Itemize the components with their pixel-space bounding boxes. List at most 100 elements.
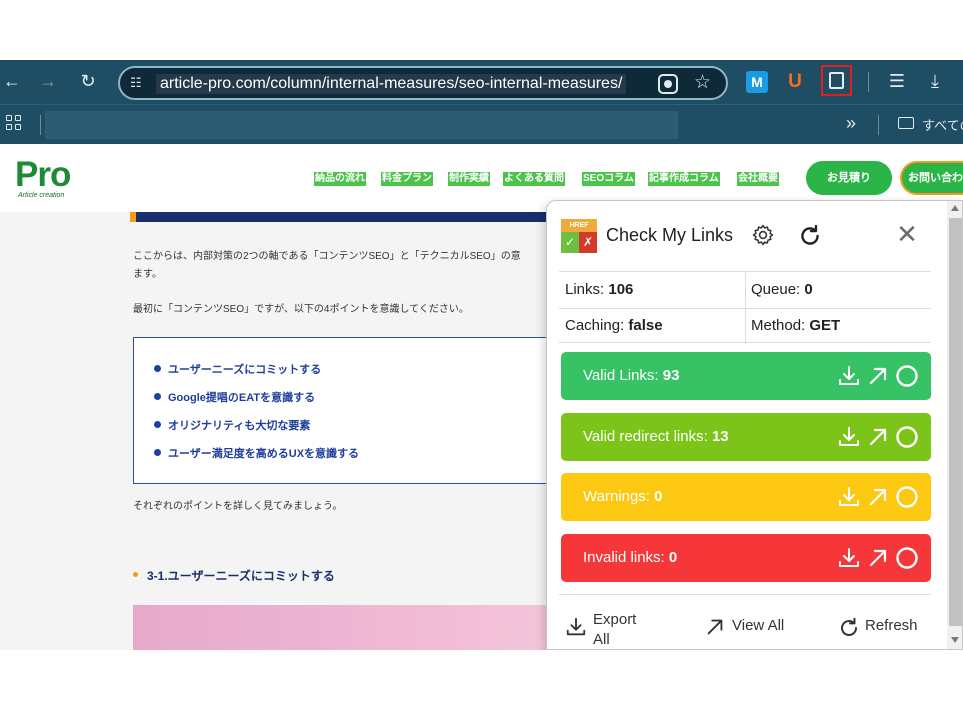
valid-redirect-links-bar[interactable]: Valid redirect links: 13	[561, 413, 931, 461]
screenshot: ← → ↻ ☷ article-pro.com/column/internal-…	[0, 60, 963, 650]
download-icon[interactable]	[837, 364, 861, 388]
open-external-arrow-icon[interactable]	[866, 425, 890, 449]
open-external-arrow-icon[interactable]	[866, 364, 890, 388]
stat-links: Links: 106	[565, 281, 633, 298]
open-external-arrow-icon[interactable]	[866, 546, 890, 570]
nav-link-faq[interactable]: よくある質問	[503, 172, 565, 186]
points-box: ユーザーニーズにコミットする Google提唱のEATを意識する オリジナリティ…	[133, 337, 553, 484]
intro-paragraph-line: ます。	[133, 269, 162, 280]
point-item: Google提唱のEATを意識する	[153, 389, 315, 405]
stat-queue-value: 0	[804, 281, 813, 298]
stats-divider	[559, 308, 931, 309]
invalid-links-bar[interactable]: Invalid links: 0	[561, 534, 931, 582]
valid-redirect-links-text: Valid redirect links: 13	[583, 428, 729, 445]
nav-link-works[interactable]: 制作実績	[448, 172, 490, 186]
highlight-toggle-circle-icon[interactable]	[895, 364, 919, 388]
stat-links-value: 106	[608, 281, 634, 298]
bookmarks-divider	[878, 115, 879, 135]
site-settings-icon[interactable]: ☷	[130, 74, 148, 92]
contact-button[interactable]: お問い合わ	[900, 161, 963, 195]
valid-links-label: Valid Links:	[583, 367, 659, 384]
view-all-arrow-icon	[707, 619, 723, 635]
valid-links-text: Valid Links: 93	[583, 367, 679, 384]
warnings-label: Warnings:	[583, 488, 650, 505]
bookmark-star-icon[interactable]: ☆	[694, 71, 711, 94]
nav-link-writing-column[interactable]: 記事作成コラム	[648, 172, 720, 186]
bookmarks-divider	[40, 115, 41, 135]
check-my-links-popup: HREF ✓ ✗ Check My Links ✕ Links: 106 Que…	[546, 200, 963, 650]
warnings-bar[interactable]: Warnings: 0	[561, 473, 931, 521]
settings-gear-icon[interactable]	[751, 223, 775, 247]
link-stats-grid: Links: 106 Queue: 0 Caching: false Metho…	[559, 271, 931, 344]
extension-m-icon[interactable]: M	[746, 71, 768, 93]
warnings-count: 0	[654, 488, 663, 505]
toolbar-divider	[868, 72, 869, 92]
browser-toolbar: ← → ↻ ☷ article-pro.com/column/internal-…	[0, 60, 963, 104]
refresh-label: Refresh	[865, 617, 918, 634]
lead-paragraph: 最初に「コンテンツSEO」ですが、以下の4ポイントを意識してください。	[133, 304, 469, 315]
forward-arrow-icon[interactable]: →	[36, 69, 60, 93]
scroll-up-arrow-icon[interactable]	[951, 205, 959, 211]
valid-links-count: 93	[662, 367, 680, 384]
address-bar[interactable]: ☷ article-pro.com/column/internal-measur…	[118, 66, 728, 100]
folder-icon[interactable]	[898, 117, 914, 129]
export-all-button[interactable]: Export All	[565, 610, 665, 649]
invalid-links-text: Invalid links: 0	[583, 549, 677, 566]
scroll-down-arrow-icon[interactable]	[951, 637, 959, 643]
more-bookmarks-chevron-icon[interactable]: »	[846, 113, 856, 134]
back-arrow-icon[interactable]: ←	[0, 69, 24, 93]
check-my-links-extension-icon[interactable]	[821, 65, 852, 96]
download-icon[interactable]	[837, 425, 861, 449]
recheck-refresh-icon[interactable]	[797, 223, 823, 249]
download-icon[interactable]: ⤓	[923, 69, 947, 93]
bookmarks-bar: » すべての	[0, 104, 963, 144]
invalid-links-label: Invalid links:	[583, 549, 665, 566]
lens-icon[interactable]	[658, 74, 678, 94]
valid-redirect-links-label: Valid redirect links:	[583, 428, 708, 445]
export-all-label: Export All	[593, 610, 637, 649]
close-icon[interactable]: ✕	[894, 221, 920, 247]
view-all-button[interactable]: View All	[704, 611, 804, 647]
valid-links-bar[interactable]: Valid Links: 93	[561, 352, 931, 400]
download-icon[interactable]	[837, 485, 861, 509]
open-external-arrow-icon[interactable]	[866, 485, 890, 509]
quote-button[interactable]: お見積り	[806, 161, 892, 195]
site-logo[interactable]: Pro	[15, 157, 71, 192]
download-icon[interactable]	[837, 546, 861, 570]
highlight-toggle-circle-icon[interactable]	[895, 425, 919, 449]
popup-header: HREF ✓ ✗ Check My Links ✕	[547, 201, 947, 271]
nav-link-pricing[interactable]: 料金プラン	[381, 172, 433, 186]
bookmarks-area	[45, 111, 678, 139]
nav-link-seo-column[interactable]: SEOコラム	[582, 172, 635, 186]
apps-grid-icon[interactable]	[6, 115, 22, 131]
point-item: オリジナリティも大切な要素	[153, 417, 310, 433]
nav-link-delivery[interactable]: 納品の流れ	[314, 172, 366, 186]
stat-method-value: GET	[809, 317, 841, 334]
article-image	[133, 605, 548, 650]
refresh-icon	[841, 617, 857, 636]
point-item: ユーザー満足度を高めるUXを意識する	[153, 445, 359, 461]
nav-link-company[interactable]: 会社概要	[737, 172, 779, 186]
stat-method-label: Method:	[751, 317, 806, 334]
stat-queue: Queue: 0	[751, 281, 813, 298]
subheading-bullet	[133, 572, 138, 577]
export-download-icon	[566, 617, 586, 636]
scrollbar-thumb[interactable]	[949, 218, 962, 626]
subheading: 3-1.ユーザーニーズにコミットする	[147, 569, 335, 583]
refresh-button[interactable]: Refresh	[837, 611, 937, 647]
view-all-label: View All	[732, 617, 785, 634]
cross-icon: ✗	[579, 232, 597, 253]
stat-links-label: Links:	[565, 281, 605, 298]
site-logo-subtitle: Article creation	[18, 192, 65, 199]
extension-u-icon[interactable]: U	[784, 71, 806, 93]
export-all-label-line1: Export	[593, 611, 637, 628]
reload-icon[interactable]: ↻	[76, 69, 100, 93]
highlight-toggle-circle-icon[interactable]	[895, 546, 919, 570]
url-text[interactable]: article-pro.com/column/internal-measures…	[156, 74, 627, 94]
outro-paragraph: それぞれのポイントを詳しく見てみましょう。	[133, 501, 343, 512]
highlight-toggle-circle-icon[interactable]	[895, 485, 919, 509]
popup-scrollbar[interactable]	[947, 201, 962, 649]
media-queue-icon[interactable]: ☰	[885, 69, 909, 93]
all-bookmarks-label[interactable]: すべての	[922, 115, 963, 134]
footer-divider	[559, 594, 931, 595]
